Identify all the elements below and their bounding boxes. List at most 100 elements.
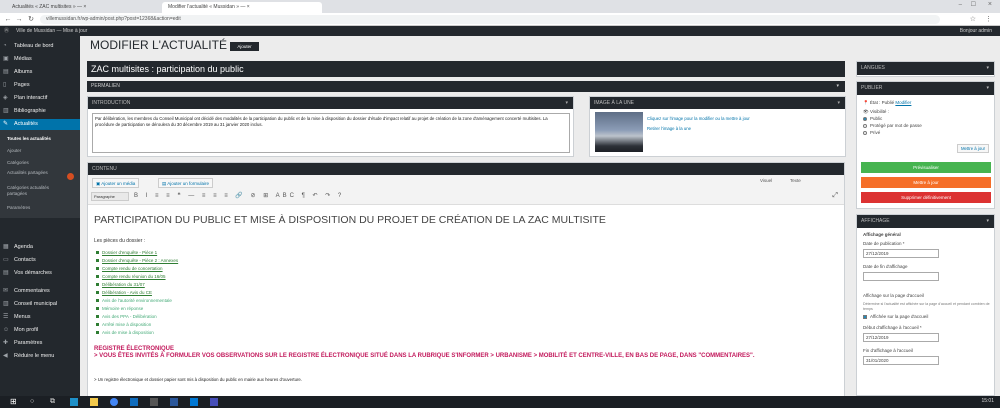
sidebar-item-dashboard[interactable]: ◔ Tableau de bord bbox=[0, 41, 80, 52]
sidebar-item-profile[interactable]: ☺ Mon profil bbox=[0, 325, 80, 336]
sidebar-item-comments[interactable]: ✉ Commentaires bbox=[0, 286, 80, 297]
home-checkbox[interactable] bbox=[863, 315, 867, 319]
document-link[interactable]: Arrêté mise à disposition bbox=[95, 322, 151, 327]
photos-icon[interactable] bbox=[190, 398, 198, 406]
minimize-icon[interactable]: – bbox=[959, 2, 962, 8]
reload-icon[interactable]: ↻ bbox=[26, 15, 36, 24]
chevron-down-icon[interactable]: ▾ bbox=[565, 97, 568, 109]
intro-textarea[interactable]: Par délibération, les membres du Conseil… bbox=[92, 113, 570, 153]
site-name[interactable]: Ville de Mussidan — Mise à jour bbox=[16, 26, 87, 36]
home-start-input[interactable]: 27/12/2019 bbox=[863, 333, 939, 342]
document-link[interactable]: Mémoire en réponse bbox=[95, 306, 143, 311]
sidebar-item-council[interactable]: ▥ Conseil municipal bbox=[0, 299, 80, 310]
add-media-button[interactable]: ▣ Ajouter un média bbox=[92, 178, 140, 188]
submenu-shared-news[interactable]: Actualités partagées bbox=[0, 170, 60, 176]
chevron-down-icon[interactable]: ▾ bbox=[986, 82, 989, 95]
chevron-down-icon[interactable]: ▾ bbox=[836, 81, 839, 92]
extension-icon[interactable]: ⋮ bbox=[985, 15, 992, 23]
sidebar-item-agenda[interactable]: ▦ Agenda bbox=[0, 242, 80, 253]
enddate-input[interactable] bbox=[863, 272, 939, 281]
languages-header[interactable]: LANGUES ▾ bbox=[857, 62, 994, 75]
word-icon[interactable] bbox=[170, 398, 178, 406]
sidebar-collapse[interactable]: ◀ Réduire le menu bbox=[0, 351, 80, 362]
edge-icon[interactable] bbox=[70, 398, 78, 406]
sidebar-item-settings[interactable]: ✚ Paramètres bbox=[0, 338, 80, 349]
preview-button[interactable]: Prévisualiser bbox=[861, 162, 991, 173]
format-buttons[interactable]: B I ≡ ≡ ❝ — ≡ ≡ ≡ 🔗 ⊘ ⊞ ABC ¶ ↶ ↷ ? bbox=[134, 193, 344, 199]
chevron-down-icon[interactable]: ▾ bbox=[986, 62, 989, 75]
status-edit-link[interactable]: Modifier bbox=[895, 100, 911, 105]
remove-featured-link[interactable]: Retirer l'image à la une bbox=[647, 126, 691, 131]
visibility-option-password[interactable]: Protégé par mot de passe bbox=[870, 123, 922, 128]
bookmark-star-icon[interactable]: ☆ bbox=[970, 15, 976, 23]
visibility-radio-public[interactable] bbox=[863, 117, 867, 121]
display-header[interactable]: AFFICHAGE ▾ bbox=[857, 215, 994, 228]
content-panel-header[interactable]: CONTENU bbox=[88, 163, 844, 175]
back-icon[interactable]: ← bbox=[3, 15, 13, 24]
home-checkbox-label[interactable]: Affichée sur la page d'accueil bbox=[870, 314, 928, 319]
close-window-icon[interactable]: × bbox=[988, 1, 992, 8]
add-form-button[interactable]: ▤ Ajouter un formulaire bbox=[158, 178, 214, 188]
document-link[interactable]: Compte rendu réunion du 16/05 bbox=[96, 274, 166, 279]
tab-visual[interactable]: Visuel bbox=[760, 178, 772, 183]
store-icon[interactable] bbox=[150, 398, 158, 406]
featured-caption[interactable]: Cliquez sur l'image pour la modifier ou … bbox=[647, 116, 750, 121]
mail-icon[interactable] bbox=[130, 398, 138, 406]
document-link[interactable]: Avis des PPA - Délibération bbox=[96, 314, 157, 319]
sidebar-item-map[interactable]: ◈ Plan interactif bbox=[0, 93, 80, 104]
maximize-icon[interactable]: ☐ bbox=[971, 1, 976, 8]
chrome-icon[interactable] bbox=[110, 398, 118, 406]
submenu-settings[interactable]: Paramètres bbox=[0, 205, 80, 211]
taskview-icon[interactable]: ⧉ bbox=[50, 398, 58, 406]
sidebar-item-bibliography[interactable]: ▥ Bibliographie bbox=[0, 106, 80, 117]
submenu-all-news[interactable]: Toutes les actualités bbox=[0, 136, 80, 142]
document-link[interactable]: Dossier d'enquête - Pièce 1 bbox=[95, 250, 157, 255]
home-end-input[interactable]: 31/01/2020 bbox=[863, 356, 939, 365]
document-link[interactable]: Dossier d'enquête - Pièce 2 : Annexes bbox=[95, 258, 178, 263]
url-field[interactable]: villemussidan.fr/wp-admin/post.php?post=… bbox=[40, 15, 940, 24]
explorer-icon[interactable] bbox=[90, 398, 98, 406]
document-link[interactable]: Délibération du 31/07 bbox=[96, 282, 145, 287]
sidebar-item-albums[interactable]: ▤ Albums bbox=[0, 67, 80, 78]
document-link[interactable]: Compte rendu de concertation bbox=[96, 266, 163, 271]
sidebar-item-procedures[interactable]: ▤ Vos démarches bbox=[0, 268, 80, 279]
submenu-categories[interactable]: Catégories bbox=[0, 160, 80, 166]
visibility-option-private[interactable]: Privé bbox=[870, 130, 880, 135]
formatting-toolbar[interactable]: B I ≡ ≡ ❝ — ≡ ≡ ≡ 🔗 ⊘ ⊞ ABC ¶ ↶ ↷ ? bbox=[90, 191, 842, 202]
browser-tab-active[interactable]: Modifier l'actualité « Mussidan » — × bbox=[162, 2, 322, 13]
document-link[interactable]: Avis de l'autorité environnementale bbox=[96, 298, 172, 303]
sidebar-item-news[interactable]: ✎ Actualités bbox=[0, 119, 80, 130]
search-icon[interactable]: ○ bbox=[30, 398, 38, 406]
visibility-ok-button[interactable]: Mettre à jour bbox=[957, 144, 989, 153]
sidebar-item-contacts[interactable]: ▭ Contacts bbox=[0, 255, 80, 266]
featured-panel-header[interactable]: IMAGE À LA UNE ▾ bbox=[590, 97, 845, 109]
teams-icon[interactable] bbox=[210, 398, 218, 406]
permalink-bar[interactable]: PERMALIEN ▾ bbox=[87, 81, 845, 92]
forward-icon[interactable]: → bbox=[14, 15, 24, 24]
intro-panel-header[interactable]: INTRODUCTION ▾ bbox=[88, 97, 573, 109]
visibility-radio-password[interactable] bbox=[863, 124, 867, 128]
document-link[interactable]: Délibération - Avis du CE bbox=[96, 290, 152, 295]
featured-image[interactable] bbox=[595, 112, 643, 152]
visibility-option-public[interactable]: Public bbox=[870, 116, 882, 121]
chevron-down-icon[interactable]: ▾ bbox=[837, 97, 840, 109]
submenu-add[interactable]: Ajouter bbox=[0, 148, 80, 154]
delete-button[interactable]: Supprimer définitivement bbox=[861, 192, 991, 203]
post-title-input[interactable]: ZAC multisites : participation du public bbox=[87, 61, 845, 77]
update-button[interactable]: Mettre à jour bbox=[861, 177, 991, 188]
sidebar-item-media[interactable]: ▣ Médias bbox=[0, 54, 80, 65]
submenu-shared-categories[interactable]: Catégories actualités partagées bbox=[0, 185, 60, 197]
pubdate-input[interactable]: 27/12/2019 bbox=[863, 249, 939, 258]
sidebar-item-menus[interactable]: ☰ Menus bbox=[0, 312, 80, 323]
windows-icon[interactable]: ⊞ bbox=[10, 398, 18, 406]
browser-tab[interactable]: Actualités « ZAC multisites » — × bbox=[6, 2, 156, 13]
document-link[interactable]: Avis de mise à disposition bbox=[96, 330, 154, 335]
add-new-button[interactable]: Ajouter bbox=[230, 42, 259, 51]
user-greeting[interactable]: Bonjour admin bbox=[960, 26, 992, 36]
tab-text[interactable]: Texte bbox=[790, 178, 801, 183]
visibility-radio-private[interactable] bbox=[863, 131, 867, 135]
paragraph-select[interactable]: Paragraphe bbox=[91, 192, 129, 201]
sidebar-item-pages[interactable]: ▯ Pages bbox=[0, 80, 80, 91]
fullscreen-icon[interactable]: ⤢ bbox=[832, 192, 838, 200]
wordpress-logo-icon[interactable]: Ⓦ bbox=[4, 26, 9, 36]
